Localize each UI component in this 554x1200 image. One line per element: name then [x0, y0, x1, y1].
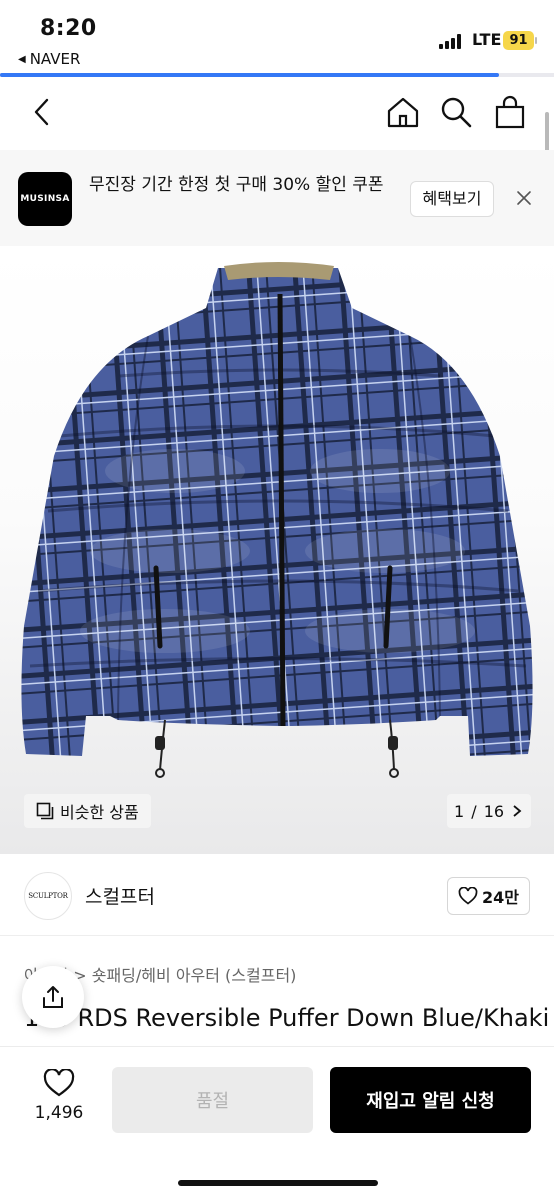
musinsa-logo: MUSINSA	[18, 172, 72, 226]
similar-products-label: 비슷한 상품	[60, 803, 139, 822]
cart-button[interactable]	[490, 92, 530, 132]
pager-separator: /	[466, 801, 482, 821]
soldout-button[interactable]: 품절	[112, 1067, 313, 1133]
promo-banner[interactable]: MUSINSA 무진장 기간 한정 첫 구매 30% 할인 쿠폰 혜택보기	[0, 150, 554, 246]
similar-items-icon	[36, 802, 54, 820]
status-bar: 8:20 ◀ NAVER LTE 91	[0, 0, 554, 77]
share-button[interactable]	[22, 966, 84, 1028]
promo-benefit-button[interactable]: 혜택보기	[410, 181, 494, 217]
home-icon	[387, 97, 419, 128]
chevron-left-icon	[34, 98, 49, 126]
chevron-right-icon	[513, 805, 522, 817]
wishlist-button[interactable]: 1,496	[20, 1068, 98, 1123]
search-icon	[441, 97, 472, 128]
pager-total: 16	[483, 801, 505, 821]
shopping-bag-icon	[495, 95, 525, 129]
pager-current: 1	[453, 801, 465, 821]
product-image-gallery[interactable]: 비슷한 상품 1 / 16	[0, 246, 554, 854]
brand-row[interactable]: SCULPTOR 스컬프터 24만	[0, 856, 554, 936]
page-load-progress-fill	[0, 73, 499, 77]
cellular-signal-icon	[439, 34, 465, 49]
back-button[interactable]	[22, 92, 62, 132]
purchase-bar: 1,496 품절 재입고 알림 신청	[0, 1046, 554, 1200]
top-navigation	[0, 78, 554, 148]
share-icon	[43, 986, 63, 1008]
similar-products-button[interactable]: 비슷한 상품	[24, 794, 151, 828]
image-pager[interactable]: 1 / 16	[447, 794, 531, 828]
close-icon	[517, 191, 531, 205]
wishlist-count: 1,496	[34, 1103, 84, 1123]
restock-alert-button[interactable]: 재입고 알림 신청	[330, 1067, 531, 1133]
page-load-progress	[0, 73, 554, 77]
brand-name[interactable]: 스컬프터	[85, 882, 155, 909]
brand-logo[interactable]: SCULPTOR	[24, 872, 72, 920]
product-title: 100 RDS Reversible Puffer Down Blue/Khak…	[24, 1004, 550, 1032]
back-app-label: NAVER	[29, 50, 81, 68]
heart-icon	[458, 887, 478, 905]
product-image-jacket	[21, 262, 533, 778]
battery-indicator: 91	[503, 31, 537, 50]
promo-message: 무진장 기간 한정 첫 구매 30% 할인 쿠폰	[89, 175, 384, 195]
back-to-app-link[interactable]: ◀ NAVER	[18, 50, 80, 68]
home-button[interactable]	[383, 92, 423, 132]
network-type: LTE	[472, 30, 502, 49]
status-time: 8:20	[40, 16, 97, 41]
brand-like-button[interactable]: 24만	[447, 877, 530, 915]
home-indicator[interactable]	[178, 1180, 378, 1186]
heart-icon	[43, 1068, 75, 1097]
search-button[interactable]	[436, 92, 476, 132]
brand-like-count: 24만	[482, 888, 519, 907]
back-triangle-icon: ◀	[18, 53, 26, 65]
promo-close-button[interactable]	[513, 187, 535, 209]
